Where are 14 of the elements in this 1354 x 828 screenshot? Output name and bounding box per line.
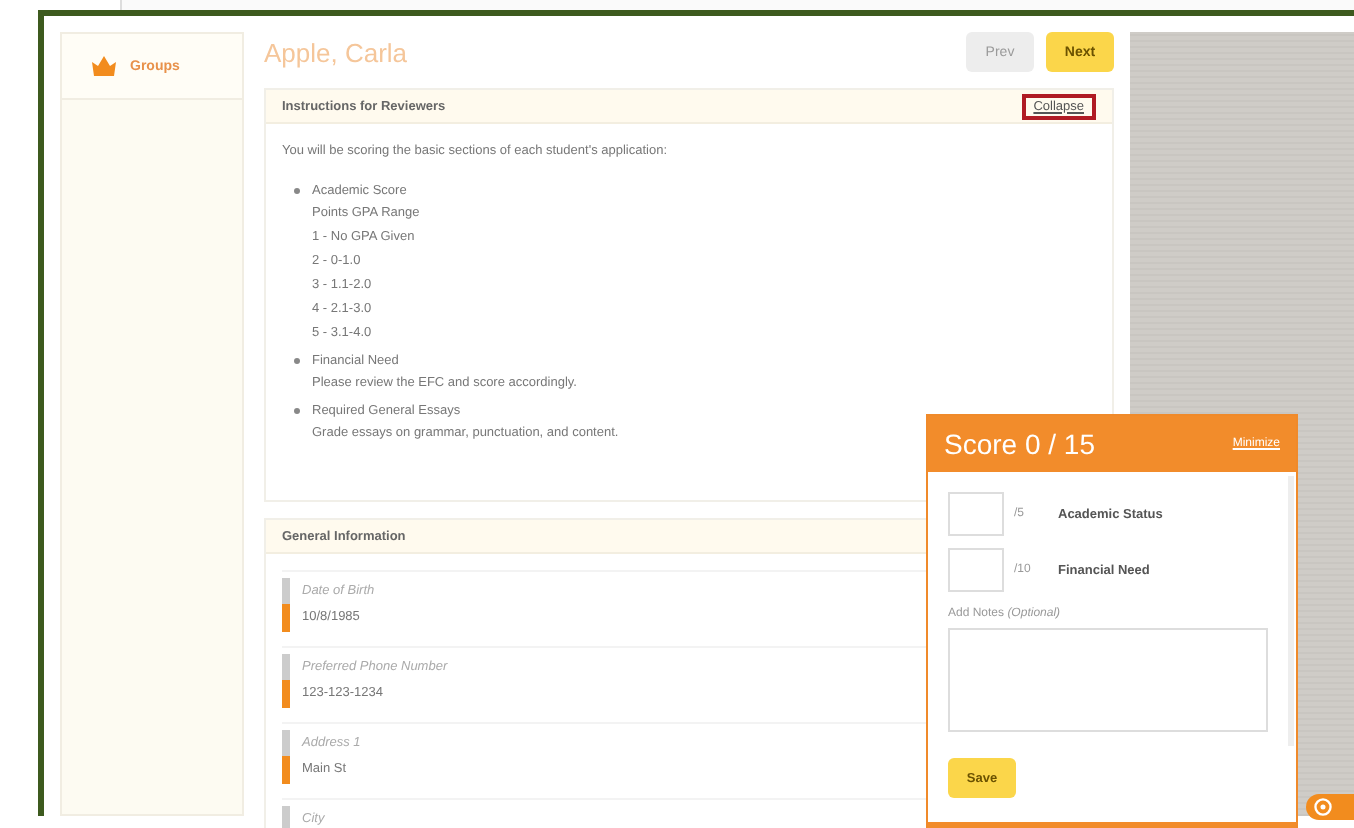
score-input[interactable] [948, 492, 1004, 536]
field-marker [282, 730, 290, 784]
bullet-icon [294, 407, 300, 413]
field-marker [282, 654, 290, 708]
bullet-icon [294, 187, 300, 193]
applicant-name: Apple, Carla [264, 37, 408, 67]
crown-icon [90, 54, 118, 78]
score-title: Score 0 / 15 [944, 428, 1095, 460]
score-input[interactable] [948, 548, 1004, 592]
notes-field[interactable] [948, 628, 1268, 732]
bullet-icon [294, 357, 300, 363]
field-marker [282, 578, 290, 632]
help-button[interactable] [1306, 794, 1354, 820]
scrollbar[interactable] [1288, 476, 1294, 746]
